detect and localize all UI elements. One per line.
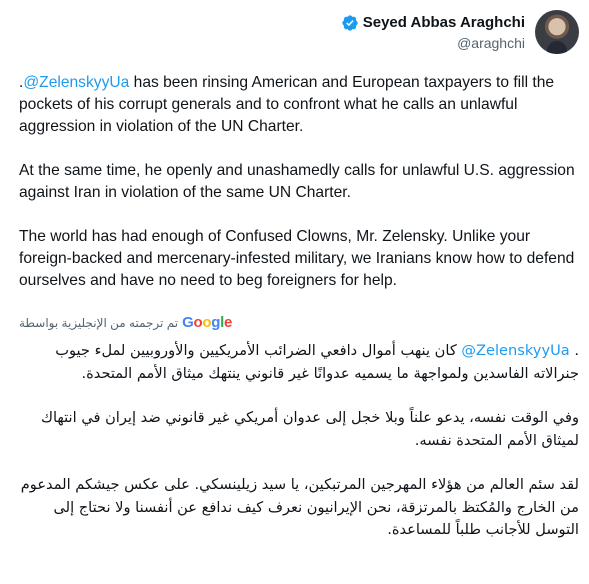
translation-label: تم ترجمته من الإنجليزية بواسطة (19, 315, 179, 330)
author-name-row: Seyed Abbas Araghchi (341, 14, 525, 32)
ar-paragraph-3: لقد سئم العالم من هؤلاء المهرجين المرتبك… (20, 476, 579, 538)
tweet-card: Seyed Abbas Araghchi @araghchi .@Zelensk… (0, 0, 589, 584)
mention-link[interactable]: @ZelenskyyUa (23, 74, 129, 91)
verified-badge-icon (341, 14, 359, 32)
google-logo-icon: Google (182, 314, 232, 331)
author-names: Seyed Abbas Araghchi @araghchi (341, 14, 525, 51)
ar-mention-link[interactable]: @ZelenskyyUa (461, 342, 569, 359)
tweet-header: Seyed Abbas Araghchi @araghchi (341, 10, 579, 54)
tweet-paragraph-3: The world has had enough of Confused Clo… (19, 228, 575, 289)
avatar[interactable] (535, 10, 579, 54)
author-handle[interactable]: @araghchi (457, 35, 525, 51)
tweet-text-en: .@ZelenskyyUa has been rinsing American … (19, 72, 579, 292)
tweet-paragraph-2: At the same time, he openly and unashame… (19, 162, 575, 201)
author-display-name[interactable]: Seyed Abbas Araghchi (363, 14, 525, 31)
tweet-text-ar: . @ZelenskyyUa كان ينهب أموال دافعي الضر… (14, 340, 579, 542)
tweet-paragraph-1: .@ZelenskyyUa has been rinsing American … (19, 72, 579, 138)
ar-paragraph-2: وفي الوقت نفسه، يدعو علناً وبلا خجل إلى … (40, 409, 579, 449)
ar-p1-prefix: . (569, 342, 579, 359)
translation-attribution[interactable]: تم ترجمته من الإنجليزية بواسطة Google (19, 314, 232, 331)
ar-paragraph-1: . @ZelenskyyUa كان ينهب أموال دافعي الضر… (14, 340, 579, 385)
